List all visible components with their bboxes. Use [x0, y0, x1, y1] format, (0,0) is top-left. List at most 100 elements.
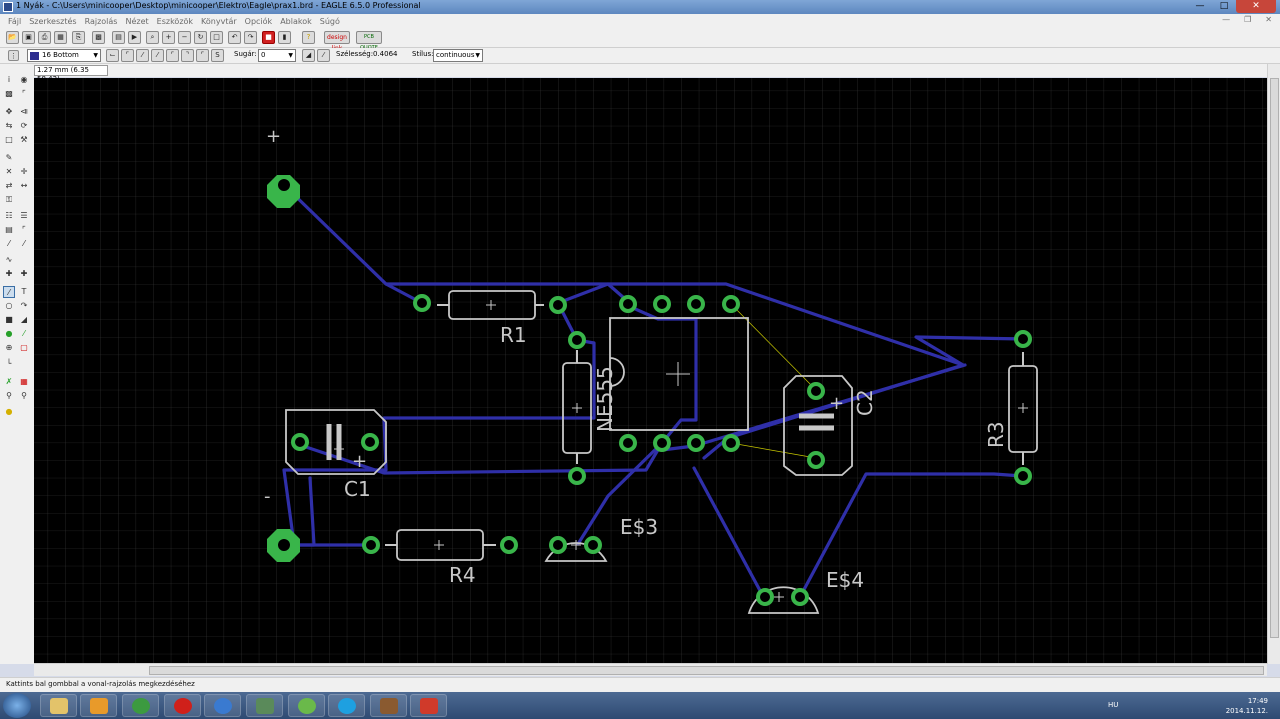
r1-pad-1[interactable] — [413, 294, 431, 312]
ne555-pad-4[interactable] — [722, 434, 740, 452]
bend-style-2-icon[interactable]: ⁄ — [136, 49, 149, 62]
lock-icon[interactable]: ⚿ — [3, 194, 15, 206]
menu-window[interactable]: Ablakok — [276, 17, 316, 26]
delete-icon[interactable]: ✕ — [3, 166, 15, 178]
route-icon[interactable]: ▤ — [3, 224, 15, 236]
cam-icon[interactable]: ▦ — [54, 31, 67, 44]
pad-icon[interactable]: ⁄ — [18, 328, 30, 340]
script-icon[interactable]: ▩ — [92, 31, 105, 44]
pinswap-icon[interactable]: ⇄ — [3, 180, 15, 192]
optimize-icon[interactable]: ☰ — [18, 210, 30, 222]
pcb-quote-button[interactable]: PCB QUOTE — [356, 31, 382, 51]
r2-pad-1[interactable] — [568, 331, 586, 349]
opera-task[interactable] — [164, 694, 201, 717]
menu-library[interactable]: Könyvtár — [197, 17, 241, 26]
text-icon[interactable]: T — [18, 286, 30, 298]
help-icon[interactable]: ? — [302, 31, 315, 44]
radius-input[interactable]: 0 ▼ — [258, 49, 296, 62]
e4-pad-2[interactable] — [791, 588, 809, 606]
zoom-fit-icon[interactable]: ⌕ — [146, 31, 159, 44]
r3-pad-1[interactable] — [1014, 330, 1032, 348]
bend-style-3-icon[interactable]: ⁄ — [151, 49, 164, 62]
zoom-in-icon[interactable]: + — [162, 31, 175, 44]
autorouter-icon[interactable]: ⁄ — [18, 238, 30, 250]
bend-style-5-icon[interactable]: ⌝ — [181, 49, 194, 62]
line-icon[interactable]: ⁄ — [3, 286, 15, 298]
meander-icon[interactable]: ⌜ — [18, 224, 30, 236]
auto-icon[interactable]: ▦ — [18, 376, 30, 388]
copy-icon[interactable]: ⧏ — [18, 106, 30, 118]
start-button[interactable] — [3, 693, 31, 718]
arc-icon[interactable]: ↷ — [18, 300, 30, 312]
chrome-task[interactable] — [122, 694, 159, 717]
e4-pad-1[interactable] — [756, 588, 774, 606]
bend-style-7-icon[interactable]: S — [211, 49, 224, 62]
ne555-pad-1[interactable] — [619, 434, 637, 452]
language-indicator[interactable]: HU — [1108, 701, 1118, 709]
go-icon[interactable]: ▮ — [278, 31, 291, 44]
minimize-button[interactable]: — — [1188, 0, 1212, 13]
game-task[interactable] — [370, 694, 407, 717]
print-icon[interactable]: ⎙ — [38, 31, 51, 44]
ne555-pad-8[interactable] — [619, 295, 637, 313]
skype-task[interactable] — [328, 694, 365, 717]
circle-icon[interactable]: ○ — [3, 300, 15, 312]
ne555-pad-6[interactable] — [687, 295, 705, 313]
utorrent-task[interactable] — [288, 694, 325, 717]
menu-edit[interactable]: Szerkesztés — [25, 17, 80, 26]
vertical-scrollbar[interactable] — [1267, 64, 1280, 664]
drc-icon[interactable]: ⚲ — [18, 390, 30, 402]
eagle-app-icon[interactable] — [3, 2, 13, 12]
ne555-pad-7[interactable] — [653, 295, 671, 313]
maximize-button[interactable]: □ — [1212, 0, 1236, 13]
bend-style-4-icon[interactable]: ⌜ — [166, 49, 179, 62]
ne555-pad-3[interactable] — [687, 434, 705, 452]
errors-icon[interactable]: ● — [3, 406, 15, 418]
ne555-pad-2[interactable] — [653, 434, 671, 452]
add-icon[interactable]: ✛ — [18, 166, 30, 178]
ripup-icon[interactable]: ⁄ — [3, 238, 15, 250]
run-icon[interactable]: ▶ — [128, 31, 141, 44]
menu-file[interactable]: Fájl — [4, 17, 25, 26]
r4-pad-2[interactable] — [500, 536, 518, 554]
menu-options[interactable]: Opciók — [241, 17, 277, 26]
menu-draw[interactable]: Rajzolás — [81, 17, 122, 26]
layer-select[interactable]: 16 Bottom ▼ — [27, 49, 101, 62]
bend-style-1-icon[interactable]: ⌜ — [121, 49, 134, 62]
signal-icon[interactable]: ∿ — [3, 254, 15, 266]
ulp-icon[interactable]: ▤ — [112, 31, 125, 44]
miter-straight-icon[interactable]: ⁄ — [317, 49, 330, 62]
r4-pad-1[interactable] — [362, 536, 380, 554]
mdi-close-button[interactable]: ✕ — [1261, 15, 1276, 24]
miter-round-icon[interactable]: ◢ — [302, 49, 315, 62]
board-canvas[interactable]: R1 R4 C1 E$3 E$4 C2 R3 NE555 + - + + — [34, 78, 1267, 663]
board-drawing[interactable]: R1 R4 C1 E$3 E$4 C2 R3 NE555 + - + + — [34, 78, 1267, 663]
undo-icon[interactable]: ↶ — [228, 31, 241, 44]
mirror-icon[interactable]: ⇆ — [3, 120, 15, 132]
erc-icon[interactable]: ⚲ — [3, 390, 15, 402]
pdf-task[interactable] — [410, 694, 447, 717]
r3-pad-2[interactable] — [1014, 467, 1032, 485]
via-icon[interactable]: ● — [3, 328, 15, 340]
bend-style-6-icon[interactable]: ⌜ — [196, 49, 209, 62]
change-icon[interactable]: ⚒ — [18, 134, 30, 146]
attribute-icon[interactable]: ▢ — [18, 342, 30, 354]
c1-pad-2[interactable] — [361, 433, 379, 451]
e3-pad-1[interactable] — [549, 536, 567, 554]
bend-style-0-icon[interactable]: ⌙ — [106, 49, 119, 62]
menu-tools[interactable]: Eszközök — [153, 17, 197, 26]
vertical-scroll-thumb[interactable] — [1270, 78, 1279, 638]
mark-icon[interactable]: ⌜ — [18, 88, 30, 100]
zoom-redraw-icon[interactable]: ↻ — [194, 31, 207, 44]
rect-icon[interactable]: ■ — [3, 314, 15, 326]
move-icon[interactable]: ✥ — [3, 106, 15, 118]
rotate-icon[interactable]: ⟳ — [18, 120, 30, 132]
r1-pad-2[interactable] — [549, 296, 567, 314]
eagle-task[interactable] — [246, 694, 283, 717]
polygon-icon[interactable]: ◢ — [18, 314, 30, 326]
design-link-button[interactable]: design link — [324, 31, 350, 52]
paste-icon[interactable]: ✎ — [3, 152, 15, 164]
hole-icon[interactable]: ⊕ — [3, 342, 15, 354]
info-icon[interactable]: i — [3, 74, 15, 86]
open-icon[interactable]: 📂 — [6, 31, 19, 44]
